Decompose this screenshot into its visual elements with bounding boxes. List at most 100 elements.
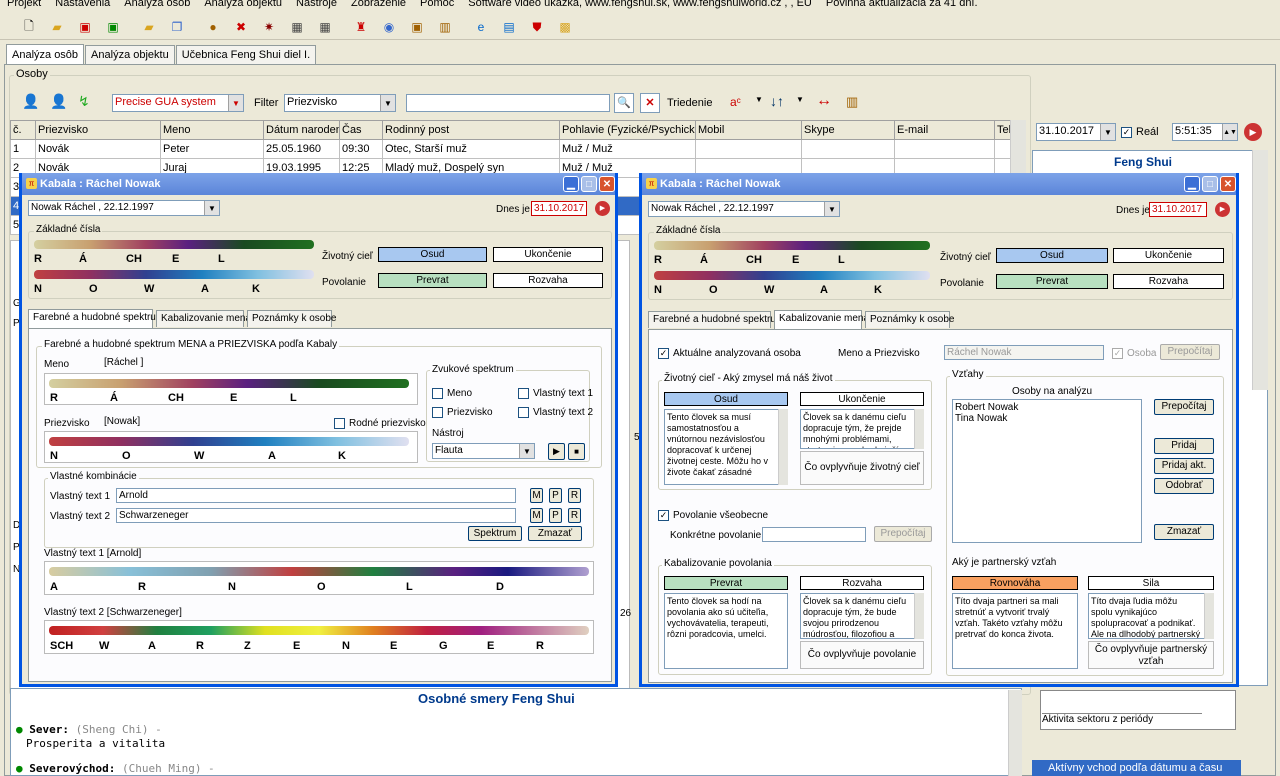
window-titlebar[interactable]: Kabala : Ráchel Nowak bbox=[22, 173, 615, 195]
subtab-poznamky[interactable]: Poznámky k osobe bbox=[247, 310, 337, 327]
open-icon[interactable]: ▰ bbox=[48, 18, 66, 36]
col-header[interactable]: Pohlavie (Fyzické/Psychické) bbox=[559, 120, 696, 140]
osud-scrollbar[interactable] bbox=[778, 409, 788, 485]
ukoncenie-header[interactable]: Ukončenie bbox=[800, 392, 924, 406]
chevron-down-icon[interactable]: ▼ bbox=[796, 95, 804, 104]
col-header[interactable]: Dátum narodenia bbox=[263, 120, 340, 140]
active-entry-button[interactable]: Aktívny vchod podľa dátumu a času bbox=[1032, 760, 1241, 776]
stop-sound-icon[interactable]: ■ bbox=[568, 443, 585, 460]
osud-button[interactable]: Osud bbox=[378, 247, 487, 262]
vt2-input[interactable]: Schwarzeneger bbox=[116, 508, 516, 523]
spektrum-button[interactable]: Spektrum bbox=[468, 526, 522, 541]
osoby-listbox[interactable]: Robert Nowak Tina Nowak bbox=[952, 399, 1142, 543]
bottle-icon[interactable]: ♜ bbox=[352, 18, 370, 36]
subtab-spektrum[interactable]: Farebné a hudobné spektrum bbox=[28, 309, 164, 328]
save-icon[interactable]: ▣ bbox=[76, 18, 94, 36]
col-header[interactable]: E-mail bbox=[894, 120, 995, 140]
bagua-icon[interactable]: ✷ bbox=[260, 18, 278, 36]
rozvaha-scrollbar[interactable] bbox=[914, 593, 924, 639]
menu-analyza-objektu[interactable]: Analýza objektu bbox=[197, 0, 289, 9]
odobrat-button[interactable]: Odobrať bbox=[1154, 478, 1214, 494]
menu-projekt[interactable]: Projekt bbox=[0, 0, 48, 9]
tab-analyza-osob[interactable]: Analýza osôb bbox=[6, 44, 85, 65]
col-header[interactable]: č. bbox=[10, 120, 36, 140]
grid-icon[interactable]: ▦ bbox=[288, 18, 306, 36]
maximize-icon[interactable]: □ bbox=[1202, 176, 1218, 192]
ukoncenie-scrollbar[interactable] bbox=[914, 409, 924, 449]
time-spinner[interactable]: 5:51:35 ▲▼ bbox=[1172, 123, 1238, 141]
chevron-down-icon[interactable]: ▼ bbox=[755, 95, 763, 104]
vt2-r-button[interactable]: R bbox=[568, 508, 581, 523]
play-icon[interactable]: ▶ bbox=[595, 201, 610, 216]
col-header[interactable]: Priezvisko bbox=[35, 120, 161, 140]
real-checkbox[interactable]: ✓ Reál bbox=[1121, 126, 1159, 138]
povolanie-vseob-checkbox[interactable]: ✓ Povolanie všeobecne bbox=[658, 510, 768, 521]
prevrat-button[interactable]: Prevrat bbox=[378, 273, 487, 288]
sort-az-icon[interactable]: aᶜ bbox=[730, 95, 741, 109]
resize-columns-icon[interactable]: ↔ bbox=[816, 92, 832, 110]
prepocitaj-button[interactable]: Prepočítaj bbox=[1160, 344, 1220, 360]
sila-scrollbar[interactable] bbox=[1204, 593, 1214, 639]
play-sound-icon[interactable]: ▶ bbox=[548, 443, 565, 460]
maximize-icon[interactable]: □ bbox=[581, 176, 597, 192]
rozvaha-header[interactable]: Rozvaha bbox=[800, 576, 924, 590]
search-icon[interactable]: 🔍 bbox=[614, 93, 634, 113]
pridat-akt-button[interactable]: Pridaj akt. bbox=[1154, 458, 1214, 474]
subtab-kabalizovanie[interactable]: Kabalizovanie mena bbox=[156, 310, 251, 327]
vt1-p-button[interactable]: P bbox=[549, 488, 562, 503]
vt1-input[interactable]: Arnold bbox=[116, 488, 516, 503]
rovnovaha-header[interactable]: Rovnováha bbox=[952, 576, 1078, 590]
close-icon[interactable]: ✕ bbox=[599, 176, 615, 192]
sila-header[interactable]: Sila bbox=[1088, 576, 1214, 590]
zivotny-button[interactable]: Čo ovplyvňuje životný cieľ bbox=[800, 451, 924, 485]
gua-system-select[interactable]: Precise GUA system ▼ bbox=[112, 94, 244, 112]
rozvaha-button[interactable]: Rozvaha bbox=[493, 273, 603, 288]
menu-zobrazenie[interactable]: Zobrazenie bbox=[344, 0, 413, 9]
globe-icon[interactable]: ◉ bbox=[380, 18, 398, 36]
chevron-down-icon[interactable]: ▼ bbox=[204, 201, 219, 215]
col-header[interactable]: Rodinný post bbox=[382, 120, 560, 140]
close-icon[interactable]: ✕ bbox=[1220, 176, 1236, 192]
chevron-down-icon[interactable]: ▼ bbox=[228, 95, 243, 111]
play-icon[interactable]: ▶ bbox=[1215, 202, 1230, 217]
add-person-icon[interactable]: 👤 bbox=[22, 93, 42, 111]
directions-scrollbar[interactable] bbox=[1008, 690, 1022, 776]
ukoncenie-button[interactable]: Ukončenie bbox=[493, 247, 603, 262]
minimize-icon[interactable]: ▁ bbox=[1184, 176, 1200, 192]
col-header[interactable]: Tel bbox=[994, 120, 1011, 140]
filter-input[interactable] bbox=[406, 94, 610, 112]
book-icon[interactable]: ▥ bbox=[436, 18, 454, 36]
tab-ucebnica[interactable]: Učebnica Feng Shui diel I. bbox=[175, 45, 317, 65]
refresh-icon[interactable]: ↯ bbox=[78, 93, 98, 111]
filter-select[interactable]: Priezvisko ▼ bbox=[284, 94, 396, 112]
subtab-kabalizovanie[interactable]: Kabalizovanie mena bbox=[774, 310, 869, 329]
layout-icon[interactable]: ▦ bbox=[316, 18, 334, 36]
chevron-down-icon[interactable]: ▼ bbox=[380, 95, 395, 111]
vztahy-prepocitaj-button[interactable]: Prepočítaj bbox=[1154, 399, 1214, 415]
opt-meno[interactable]: Meno bbox=[432, 388, 472, 399]
vt1-m-button[interactable]: M bbox=[530, 488, 543, 503]
book-icon[interactable]: ▥ bbox=[846, 94, 858, 110]
rozvaha-button[interactable]: Rozvaha bbox=[1113, 274, 1224, 289]
menu-video[interactable]: Software video ukážka, www.fengshui.sk, … bbox=[461, 0, 819, 9]
person-select[interactable]: Nowak Ráchel , 22.12.1997 ▼ bbox=[28, 200, 220, 216]
menu-analyza-osob[interactable]: Analýza osôb bbox=[117, 0, 197, 9]
save-as-icon[interactable]: ▣ bbox=[104, 18, 122, 36]
pridat-button[interactable]: Pridaj bbox=[1154, 438, 1214, 454]
osud-button[interactable]: Osud bbox=[996, 248, 1108, 263]
meno-priezvisko-input[interactable]: Ráchel Nowak bbox=[944, 345, 1104, 360]
sort-direction-icon[interactable]: ↓↑ bbox=[770, 93, 784, 109]
copy-icon[interactable]: ❐ bbox=[168, 18, 186, 36]
ukoncenie-button[interactable]: Ukončenie bbox=[1113, 248, 1224, 263]
vt2-m-button[interactable]: M bbox=[530, 508, 543, 523]
ie-icon[interactable]: e bbox=[472, 18, 490, 36]
folder-icon[interactable]: ▰ bbox=[140, 18, 158, 36]
nastroj-select[interactable]: Flauta ▼ bbox=[432, 443, 535, 459]
date-picker[interactable]: 31.10.2017 ▼ bbox=[1036, 123, 1116, 141]
cross-icon[interactable]: ✖ bbox=[232, 18, 250, 36]
rodne-checkbox[interactable]: Rodné priezvisko bbox=[334, 418, 426, 429]
list-item[interactable]: Robert Nowak bbox=[955, 402, 1139, 413]
doc-icon[interactable]: ▤ bbox=[500, 18, 518, 36]
col-header[interactable]: Mobil bbox=[695, 120, 802, 140]
opt-vt2[interactable]: Vlastný text 2 bbox=[518, 407, 593, 418]
